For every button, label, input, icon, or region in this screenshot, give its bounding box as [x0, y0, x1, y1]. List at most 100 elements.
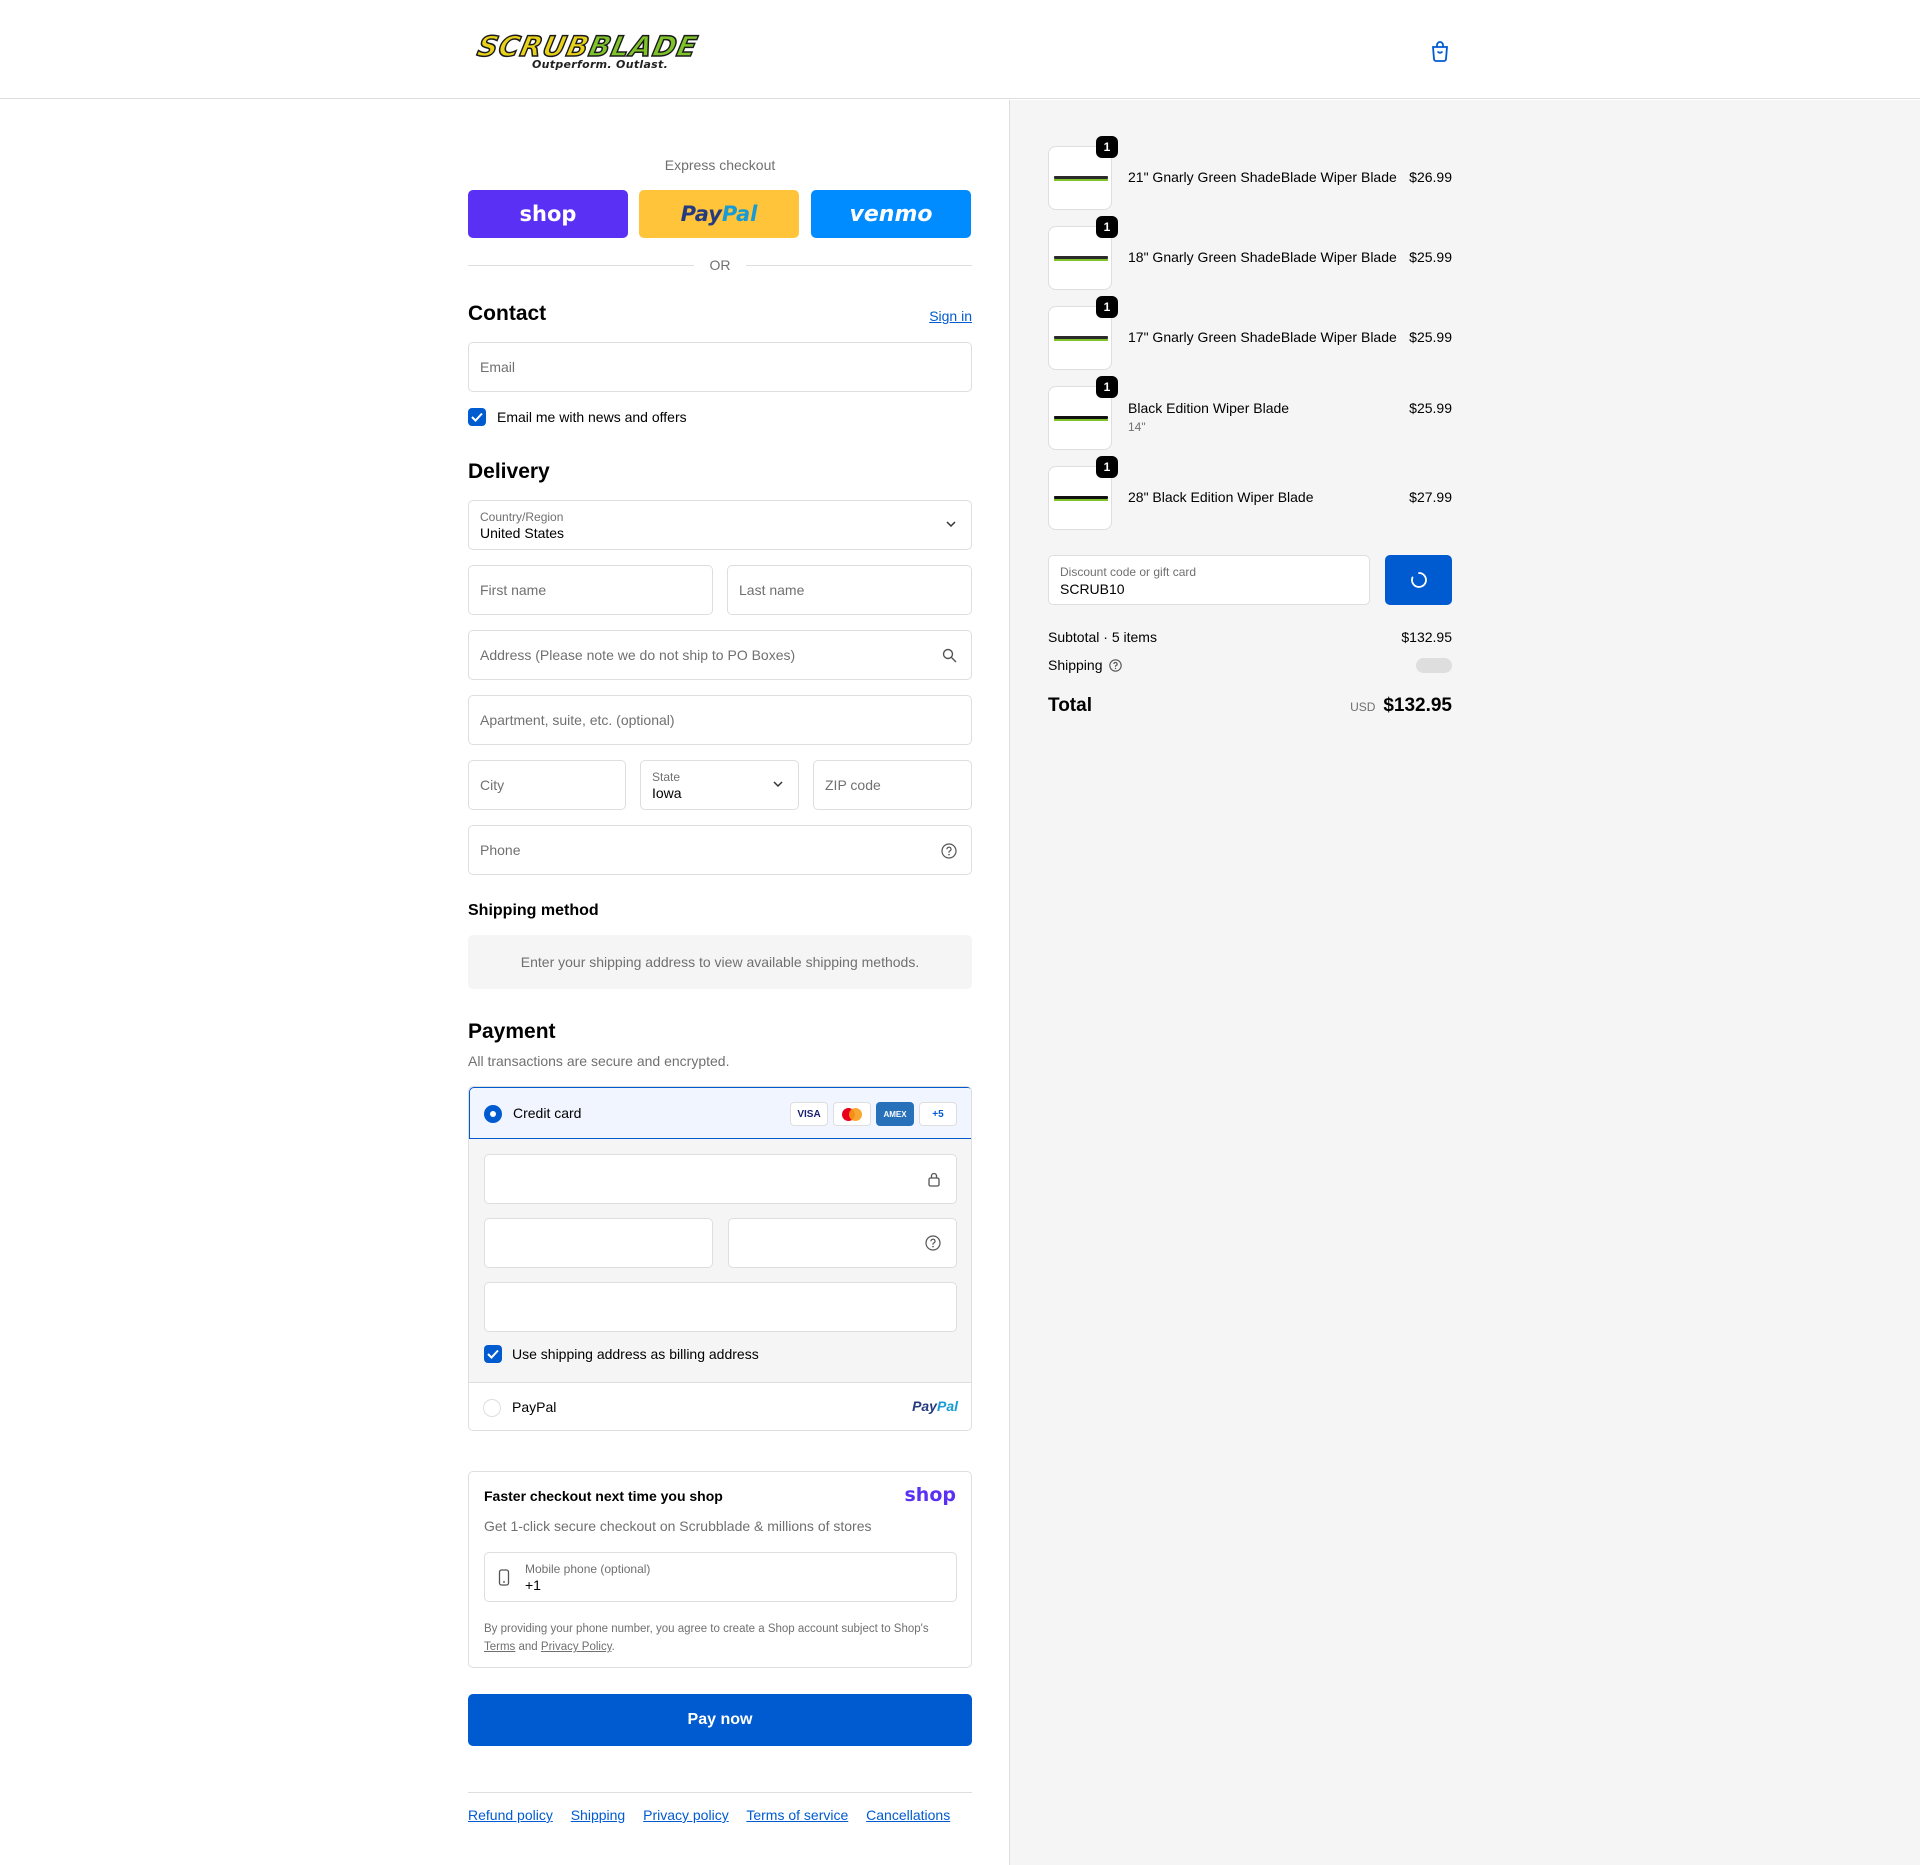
footer-divider: [468, 1792, 972, 1793]
shipping-policy-link[interactable]: Shipping: [571, 1807, 626, 1823]
shipping-row: Shipping: [1048, 657, 1452, 673]
discount-code-field[interactable]: Discount code or gift card SCRUB10: [1048, 555, 1370, 605]
state-select[interactable]: State Iowa: [640, 760, 799, 810]
quantity-badge: 1: [1096, 456, 1118, 478]
subtotal-row: Subtotal · 5 items $132.95: [1048, 629, 1452, 645]
card-number-field[interactable]: [484, 1154, 957, 1204]
paypal-express-button[interactable]: Pay Pal: [639, 190, 799, 238]
address-field[interactable]: Address (Please note we do not ship to P…: [468, 630, 972, 680]
lock-icon: [928, 1172, 940, 1187]
zip-field[interactable]: ZIP code: [813, 760, 972, 810]
shop-pay-button[interactable]: shop: [468, 190, 628, 238]
privacy-policy-link[interactable]: Privacy Policy: [541, 1641, 612, 1653]
credit-card-form: Use shipping address as billing address: [469, 1139, 971, 1382]
country-select[interactable]: Country/Region United States: [468, 500, 972, 550]
credit-card-label: Credit card: [513, 1105, 582, 1121]
item-price: $25.99: [1409, 329, 1452, 345]
express-checkout-title: Express checkout: [664, 157, 776, 173]
cart-item: 1 28" Black Edition Wiper Blade $27.99: [1048, 456, 1452, 532]
scrubblade-logo[interactable]: SCRUBBLADE Outperform. Outlast.: [474, 29, 708, 74]
apply-discount-button[interactable]: [1385, 555, 1452, 605]
check-icon: [471, 412, 483, 422]
mobile-icon: [498, 1569, 510, 1586]
cancellations-link[interactable]: Cancellations: [866, 1807, 950, 1823]
email-field[interactable]: Email: [468, 342, 972, 392]
terms-of-service-link[interactable]: Terms of service: [746, 1807, 848, 1823]
help-icon[interactable]: [941, 843, 957, 859]
paypal-option[interactable]: PayPal PayPal: [469, 1382, 971, 1430]
city-field[interactable]: City: [468, 760, 626, 810]
item-price: $25.99: [1409, 249, 1452, 265]
privacy-policy-footer-link[interactable]: Privacy policy: [643, 1807, 729, 1823]
quantity-badge: 1: [1096, 296, 1118, 318]
payment-subtitle: All transactions are secure and encrypte…: [468, 1053, 730, 1069]
delivery-heading: Delivery: [468, 460, 550, 483]
refund-policy-link[interactable]: Refund policy: [468, 1807, 553, 1823]
terms-link[interactable]: Terms: [484, 1641, 515, 1653]
item-price: $26.99: [1409, 169, 1452, 185]
header: SCRUBBLADE Outperform. Outlast.: [0, 0, 1920, 99]
name-on-card-field[interactable]: [484, 1282, 957, 1332]
quantity-badge: 1: [1096, 136, 1118, 158]
help-icon: [925, 1235, 941, 1251]
cart-item: 1 21" Gnarly Green ShadeBlade Wiper Blad…: [1048, 136, 1452, 212]
spinner-icon: [1410, 572, 1427, 588]
total-row: Total USD $132.95: [1048, 695, 1452, 717]
total-amount: USD $132.95: [1350, 695, 1452, 717]
chevron-down-icon: [773, 781, 783, 788]
credit-card-option[interactable]: Credit card VISA AMEX +5: [469, 1087, 971, 1139]
newsletter-label: Email me with news and offers: [497, 409, 687, 425]
logo-tagline: Outperform. Outlast.: [532, 58, 669, 71]
chevron-down-icon: [946, 521, 956, 528]
newsletter-checkbox[interactable]: [468, 408, 486, 426]
shipping-label: Shipping: [1048, 657, 1103, 673]
shop-pay-title: Faster checkout next time you shop: [484, 1488, 723, 1504]
item-name: 21" Gnarly Green ShadeBlade Wiper Blade: [1128, 169, 1397, 185]
first-name-field[interactable]: First name: [468, 565, 713, 615]
billing-same-label: Use shipping address as billing address: [512, 1346, 759, 1362]
phone-field[interactable]: Phone: [468, 825, 972, 875]
mobile-phone-field[interactable]: Mobile phone (optional) +1: [484, 1552, 957, 1602]
payment-heading: Payment: [468, 1020, 556, 1043]
subtotal-label: Subtotal · 5 items: [1048, 629, 1157, 645]
paypal-label: PayPal: [512, 1399, 557, 1415]
credit-card-radio[interactable]: [484, 1105, 502, 1123]
billing-same-checkbox[interactable]: [484, 1345, 502, 1363]
venmo-button[interactable]: venmo: [811, 190, 971, 238]
total-currency: USD: [1350, 700, 1376, 714]
search-icon: [942, 648, 957, 663]
total-value: $132.95: [1383, 695, 1452, 716]
shipping-method-heading: Shipping method: [468, 902, 599, 919]
visa-icon: VISA: [790, 1102, 828, 1126]
cart-icon[interactable]: [1430, 40, 1450, 62]
expiration-date-field[interactable]: [484, 1218, 713, 1268]
help-icon[interactable]: [1109, 659, 1122, 672]
apartment-field[interactable]: Apartment, suite, etc. (optional): [468, 695, 972, 745]
shop-pay-legal: By providing your phone number, you agre…: [484, 1623, 929, 1653]
item-name: 28" Black Edition Wiper Blade: [1128, 489, 1314, 505]
cart-item: 1 Black Edition Wiper Blade 14" $25.99: [1048, 376, 1452, 452]
mastercard-icon: [833, 1102, 871, 1126]
total-label: Total: [1048, 695, 1092, 716]
shop-pay-subtitle: Get 1-click secure checkout on Scrubblad…: [484, 1518, 872, 1534]
more-cards-badge: +5: [919, 1102, 957, 1126]
shop-pay-signup: Faster checkout next time you shop shop …: [468, 1471, 972, 1668]
subtotal-value: $132.95: [1401, 629, 1452, 645]
cart-item: 1 18" Gnarly Green ShadeBlade Wiper Blad…: [1048, 216, 1452, 292]
item-variant: 14": [1128, 420, 1146, 434]
quantity-badge: 1: [1096, 376, 1118, 398]
footer-links: Refund policy Shipping Privacy policy Te…: [468, 1807, 964, 1823]
shipping-loading-placeholder: [1416, 658, 1452, 673]
shipping-method-message: Enter your shipping address to view avai…: [468, 935, 972, 989]
contact-heading: Contact: [468, 302, 547, 325]
last-name-field[interactable]: Last name: [727, 565, 972, 615]
item-price: $27.99: [1409, 489, 1452, 505]
sign-in-link[interactable]: Sign in: [929, 308, 972, 324]
pay-now-button[interactable]: Pay now: [468, 1694, 972, 1746]
paypal-logo: PayPal: [912, 1398, 958, 1414]
paypal-radio[interactable]: [483, 1399, 501, 1417]
security-code-field[interactable]: [728, 1218, 957, 1268]
check-icon: [487, 1349, 499, 1359]
item-price: $25.99: [1409, 400, 1452, 416]
shop-logo: shop: [904, 1484, 957, 1506]
